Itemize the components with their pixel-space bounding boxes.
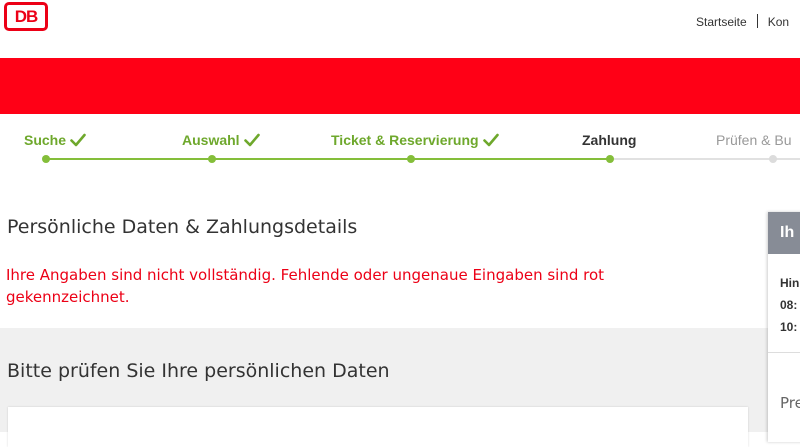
step-label: Ticket & Reservierung: [331, 132, 479, 148]
check-icon: [70, 133, 86, 147]
sidebar-title: Ih: [768, 212, 800, 254]
db-logo-text: DB: [14, 6, 39, 26]
personal-data-card: [8, 407, 748, 447]
step-auswahl[interactable]: Auswahl: [182, 132, 260, 148]
validation-error-message: Ihre Angaben sind nicht vollständig. Feh…: [6, 266, 605, 306]
section-title: Bitte prüfen Sie Ihre persönlichen Daten: [7, 360, 390, 382]
red-banner: [0, 58, 800, 114]
trip-summary-sidebar: Ih Hin 08: 10: Pre: [768, 212, 800, 442]
nav-separator: [756, 14, 758, 28]
sidebar-divider: [768, 352, 800, 353]
top-navigation: Startseite Kon: [696, 14, 789, 29]
step-suche[interactable]: Suche: [24, 132, 86, 148]
site-header: DB Startseite Kon: [0, 0, 800, 58]
progress-dot-suche: [42, 155, 50, 163]
step-pruefen-buchen: Prüfen & Bu: [716, 132, 792, 148]
sidebar-price-label: Pre: [780, 394, 800, 412]
step-label: Zahlung: [582, 132, 637, 148]
progress-track-completed: [46, 158, 610, 160]
nav-link-startseite[interactable]: Startseite: [696, 15, 747, 29]
sidebar-arrival-time: 10:: [780, 320, 798, 334]
check-icon: [243, 133, 260, 147]
progress-dot-pruefen: [769, 155, 777, 163]
booking-progress: Suche Auswahl Ticket & Reservierung Zahl…: [0, 114, 800, 176]
progress-dot-auswahl: [208, 155, 216, 163]
page-title: Persönliche Daten & Zahlungsdetails: [7, 216, 358, 238]
step-ticket-reservierung[interactable]: Ticket & Reservierung: [331, 132, 499, 148]
check-icon: [482, 133, 499, 147]
step-label: Auswahl: [182, 132, 240, 148]
nav-link-kontakt[interactable]: Kon: [768, 15, 789, 29]
step-label: Prüfen & Bu: [716, 132, 792, 148]
progress-dot-ticket: [407, 155, 415, 163]
step-label: Suche: [24, 132, 67, 148]
db-logo[interactable]: DB: [4, 2, 48, 31]
sidebar-departure-time: 08:: [780, 298, 798, 312]
progress-dot-zahlung: [606, 155, 614, 163]
step-zahlung: Zahlung: [582, 132, 636, 148]
sidebar-direction: Hin: [780, 276, 800, 290]
